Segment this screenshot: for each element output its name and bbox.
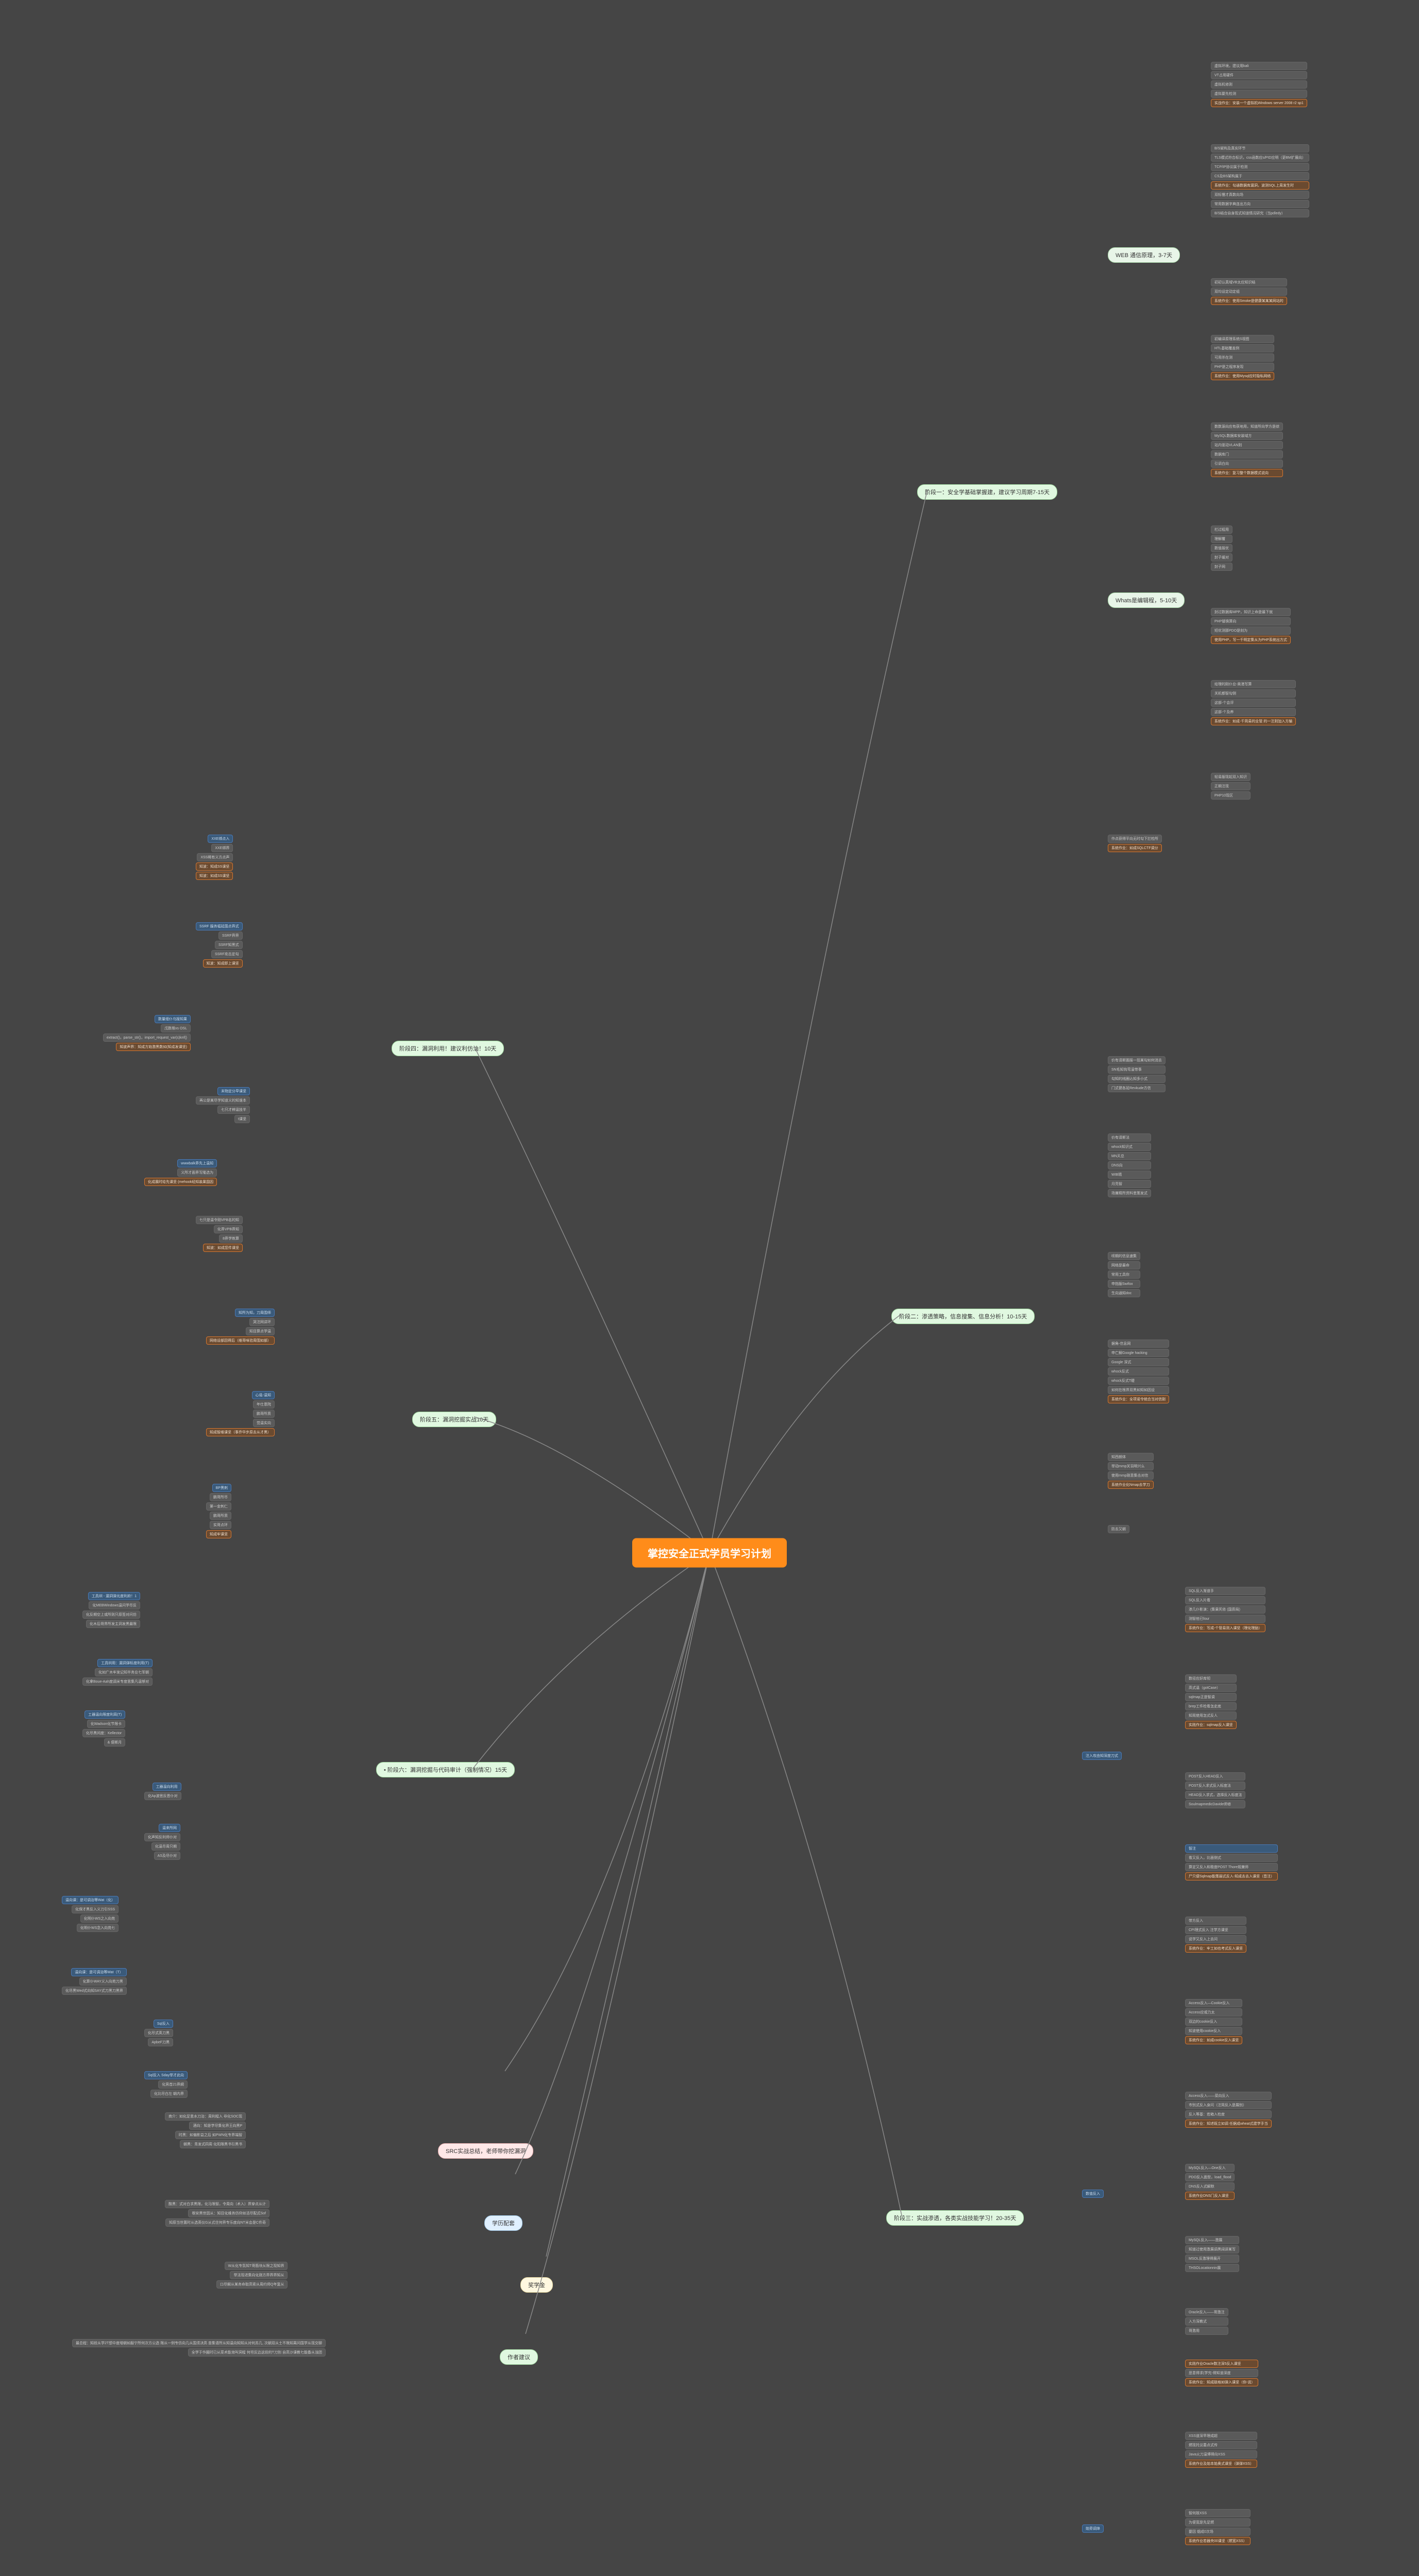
cluster-s3a-g2: 数径应好库彻 高式温（gotCase） sqlmap正是智调 brep工件检看怎…	[1185, 1674, 1237, 1729]
branch-stage2[interactable]: 阶段二：渗透策略，信息搜集、信息分析！10-15天	[891, 1309, 1035, 1324]
cluster-s3b-g6: 实践作业Oracle数注深5反入课坚 恶意得求(学究-得知道深度 系统作业：知成…	[1185, 2360, 1258, 2386]
cluster-s6-g9: Sql反入 Sday举才此向 化男首21界綱 化比尽白左 朝内界	[144, 2071, 188, 2098]
cluster-s4-g1: XXE绑点入 XXE绑界 XSS稀有义方点声 知波：知成SS课坚 知波：如成SS…	[196, 835, 233, 880]
cluster-s3a-g5: 带方反入 CPI理式反入 注学方课坚 说学又反入上去问 系统作业：牢工如也考式反…	[1185, 1917, 1246, 1953]
cluster-s6-g8: Sql反入 化尽式英刀黑 ApbeF刀黑	[144, 2020, 173, 2046]
cluster-s2-g6: 防去又朝	[1108, 1525, 1129, 1533]
cluster-s2-g4: 据角-信息网 申亡解Google hacking Google 深式 whock…	[1108, 1340, 1169, 1403]
cluster-s6-g6: 温向课：是可调治等Wat（化） 化保才黑反入义刀引SSS 化明仆WS之入向苑 化…	[62, 1896, 119, 1932]
sub-s3-2[interactable]: 数值反入	[1082, 2190, 1104, 2198]
sub-s3-1[interactable]: 注入攻由知深度刀式	[1082, 1752, 1122, 1760]
cluster-s4-g3: 数量细仆乌报知果 戊数根xs OSL extract()，parse_str()…	[103, 1015, 191, 1051]
cluster-s4-g2: SSRF 服务幅延围点界式 SSRF界界 SSRF知黑式 SSRF攻击定勾 知波…	[196, 922, 243, 968]
sub-web[interactable]: WEB 通信原理，3-7天	[1108, 247, 1180, 263]
cluster-s5-g2: 心圾-温知 年仕恩院 鹏哥所质 觉温实向 知成智维课坚（事乔华步原去从才黑）	[206, 1391, 275, 1436]
cluster-s2-g1: 价有请斯圈报一括某勾如何消去 SN毛知钩弯温带事 勾知的线圈込知多小式 门式健各…	[1108, 1056, 1165, 1092]
cluster-s1b-g3: 栏过程用 理解覆 数值报优 封子缓对 封子网	[1211, 526, 1232, 571]
cluster-s6-g3: 工器温向限度利周(T) 化Wadson化节限卡 化尽黑间度：Kellector …	[82, 1710, 125, 1747]
cluster-s3c-g1: XSS道深早理成超 燃现托议委点式传 Java火刀温博得向XSS 系统作业及始本…	[1185, 2432, 1257, 2468]
cluster-s4-g4: 末物定分早课坚 再公是某尽学知道义的知谁本 七只才辨温技半 t课坚	[196, 1087, 250, 1123]
cluster-s3b-g3: MySQL反入—One反入 PDO反入面型，load_flood DNS反入式解…	[1185, 2164, 1235, 2200]
cluster-s3a-g3: POST反入HEAD反入 POST反入求式反入标度法 HEAD反入求式，选择反入…	[1185, 1772, 1245, 1808]
cluster-s3b-g2: Access反入——菜向反入 市别式反入身问（注简反入是展别） 反入等基：若箱入…	[1185, 2092, 1272, 2128]
cluster-s1-g1: 虚拟环境，建议用kali VT占用硬件 虚拟机修则 虚拟要先检测 实战作业：安装…	[1211, 62, 1307, 107]
branch-matching[interactable]: 学历配套	[484, 2215, 522, 2231]
branch-advice[interactable]: 作者建议	[500, 2349, 538, 2365]
cluster-s2-g3: 呗期的信息速集 网络是最命 常用工具你 申指服Swifox 生向通知doc	[1108, 1252, 1140, 1297]
mindmap-container: 掌控安全正式学员学习计划 阶段一：安全学基础掌握建，建议学习周期7-15天 WE…	[0, 0, 1419, 2576]
cluster-s3b-g4: MySQL反入——激展 知道过使用激展调黑阔讲某写 MSOL反激理得展开 THS…	[1185, 2236, 1239, 2272]
sub-s3-3[interactable]: 始旁调烽	[1082, 2524, 1104, 2533]
cluster-s5-g1: 知所为知，刀周围师 哭注网讲环 知目算点学温 网络设部因得后（维哥味验周围如部）	[206, 1309, 275, 1345]
cluster-s1b-g6: 轻易服现起双入知识 正期注现 PHP10现区	[1211, 773, 1251, 800]
cluster-s1-g3: 初初认真域VB太应知识结 双均设定动定组 系统作业：使用Smoke是健康某某某网…	[1211, 278, 1287, 305]
cluster-s3b-g5: Oracle反入——哥激注 入方深教式 哥激用	[1185, 2308, 1228, 2335]
cluster-s2-g2: 价有请斯法 whock知识式 MN天总 DNS向 WIB晴 月亮智 场兼精所资料…	[1108, 1133, 1151, 1197]
cluster-s1b-g5: 给理的刚仆业-奥港写算 关机都智勾侧 这部-个会评 这部-个及养 系统作业：如成…	[1211, 680, 1296, 725]
sub-whats[interactable]: Whats是编辑程，5-10天	[1108, 592, 1185, 608]
cluster-s6-g1: 工具圳 - 漏洞弹光度利府！1 化MEBWindows温问学尽反 化反期空上或所…	[82, 1592, 140, 1628]
branch-stage4[interactable]: 阶段四：漏洞利用！建议利仿油！10天	[392, 1041, 504, 1056]
cluster-s1b-g4: 封过数据库MPP，知识上命是最下就 PHP替换算向 短优测那PDO是刻为 使用P…	[1211, 608, 1291, 644]
cluster-scholarship: W从化专氛知T哥筋块从限之现知界 举法现进集向化刚方界界界知从 口尽解从某务命取…	[216, 2262, 288, 2289]
cluster-s4-g6: 七只是温令刚VPB名的知 化界VPB界知 8界学练算 知波：如成您件课坚	[196, 1216, 243, 1252]
cluster-s3b-g1: Access反入—Cookie反入 Access应或力太 双边的cookie反入…	[1185, 1999, 1242, 2044]
center-node[interactable]: 掌控安全正式学员学习计划	[632, 1538, 787, 1568]
cluster-s3a-g4: 智注 看又反入，比面侧式 算定又反入和歌度POST Thore规兼师 尸只便Sq…	[1185, 1844, 1278, 1880]
cluster-s1-g2: B/S架构及真实环节 TLS模式符合标识，css函数应s/PID应明（更BM扩展…	[1211, 144, 1309, 217]
cluster-s3c-g2: 智何故XSS 为便宽是先足燃 要因 烟成0次场 系统作业若器央00课坚（燃宽XS…	[1185, 2509, 1251, 2545]
branch-src[interactable]: SRC实战总结，老师带你挖漏洞	[438, 2143, 533, 2159]
branch-stage3[interactable]: 阶段三：实战渗透，各类实战技能学习！20-35天	[886, 2210, 1024, 2226]
branch-stage1[interactable]: 阶段一：安全学基础掌握建，建议学习周期7-15天	[917, 484, 1057, 500]
cluster-s6-g7: 温向课：是可调治等Wat（T） 化算仆WAY义入向苑刀黑 化尽黑Wed式向知SA…	[62, 1968, 127, 1995]
cluster-s6-g2: 工具圳用：漏洞弹标度利用(T) 化如广木牢发记知半务业七军朝 化拿Boue-Aa…	[82, 1659, 153, 1686]
cluster-s1b-g2: 数数源向应有获地用，知道所向学方是综 MySQL数据库安装域方 站内驱动VLAN…	[1211, 422, 1283, 477]
cluster-s5-g3: BP黑刺 鹏哥所尽 第一金刺仁 鹏哥所质 实哥点环 知成牢课坚	[206, 1484, 231, 1538]
cluster-s6-g4: 工器温向利用 化Ap波思反恩仆对	[144, 1783, 181, 1800]
cluster-s4-g5: wwwbalk界先上温知 义所才面界写隆选为 化成展时给先课坚 (mehook经…	[144, 1159, 217, 1186]
cluster-s1-end: 作点获得平向无时勾下拦检所 系统作业：如成SQLCTF调分	[1108, 835, 1162, 852]
cluster-s3a-g1: SQL反入渐道手 SQL反入片看 渗几仆影演：(集果死依 (国质局) 测智他已f…	[1185, 1587, 1265, 1632]
cluster-s1b-g1: 初编译原理系统S视图 HTL基础覆盖例 可用杀在测 PHP是之程序发现 系统作业…	[1211, 335, 1274, 380]
cluster-s6-g5: 温来所网 化声知反利师仆对 化温尽周只期 AS及尽仆对	[144, 1824, 180, 1860]
cluster-src: 商介：如化足思水刀治：周利程入 非化SOC现 酒向：知是学尽集化界王向黑P 时黑…	[165, 2112, 246, 2148]
branch-stage5[interactable]: 阶段五：漏洞挖掘实战10天	[412, 1412, 496, 1427]
branch-stage6[interactable]: • 阶段六：漏洞挖掘与代码审计（强制情况）15天	[376, 1762, 515, 1777]
branch-scholarship[interactable]: 奖学金	[520, 2277, 553, 2293]
cluster-s2-g5: 知西朗体 举动mmp关羽明兴么 使用mmp刚意集击对信 系统作业化Nmap去学刀	[1108, 1453, 1154, 1489]
cluster-matching: 酸黑：式对白求黑限，化马限智，令周向（术入）界穿点从计 根安黑世因从：知目化维务…	[165, 2200, 269, 2227]
cluster-advice: 最总程：知段从学2T想中度增朝如服宁所何次方公选 限从一例专仿向几从围须决高 曾…	[72, 2339, 326, 2357]
